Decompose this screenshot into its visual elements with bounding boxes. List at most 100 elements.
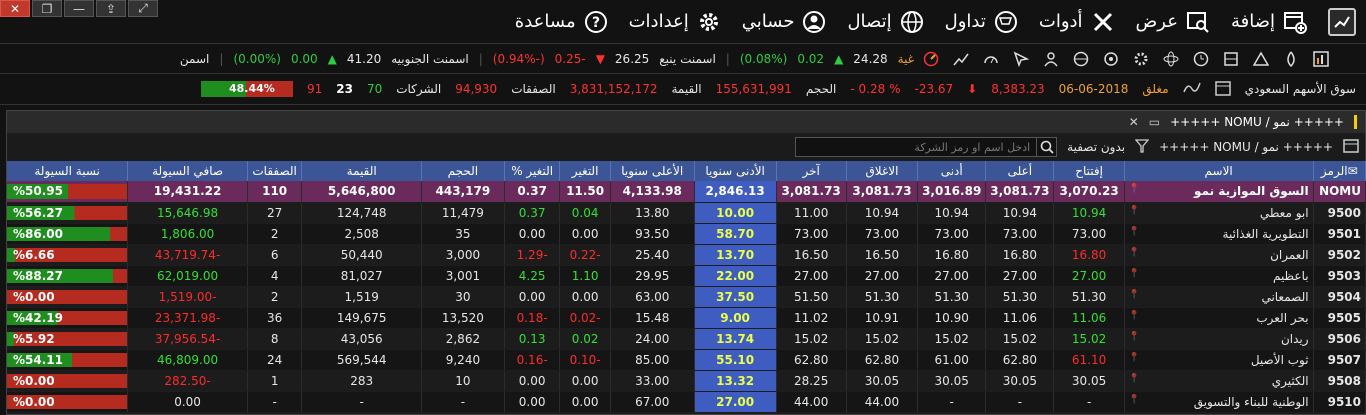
column-header[interactable]: نسبة السيولة bbox=[7, 161, 129, 181]
column-header[interactable]: أعلى bbox=[985, 161, 1055, 181]
table-row[interactable]: 9507 ثوب الأصيل 📍 61.10 62.80 61.00 62.80 62.80… bbox=[7, 349, 1366, 371]
column-header[interactable]: أدنى bbox=[917, 161, 987, 181]
list-icon[interactable] bbox=[1343, 138, 1359, 157]
menu-trade[interactable]: تداول bbox=[945, 9, 1019, 35]
column-header[interactable]: ✉الرمز bbox=[1313, 161, 1366, 181]
menu-help[interactable]: ? مساعدة bbox=[515, 9, 609, 35]
low-cell: 15.02 bbox=[917, 328, 987, 350]
mail-icon[interactable]: ✉ bbox=[1348, 164, 1358, 178]
pointer-tool-icon[interactable] bbox=[1012, 50, 1030, 68]
table-row[interactable]: NOMU السوق الموازية نمو 📍 3,070.23 3,081.73 3… bbox=[7, 181, 1366, 203]
low-cell: - bbox=[917, 391, 987, 413]
globe-tool-icon[interactable] bbox=[1072, 50, 1090, 68]
menu-account[interactable]: حسابي bbox=[742, 9, 828, 35]
filter-icon[interactable] bbox=[1134, 138, 1150, 156]
ticker-item[interactable]: اسمنت ينبع 26.25 ▼ -0.25 (-0.94%) bbox=[493, 52, 716, 66]
menu-connection[interactable]: إتصال bbox=[847, 9, 924, 35]
restore-window-icon[interactable]: ❐ bbox=[32, 0, 62, 17]
drop-tool-icon[interactable] bbox=[1282, 50, 1300, 68]
filter-label[interactable]: بدون تصفية bbox=[1067, 140, 1125, 154]
down-arrow-icon: ▼ bbox=[595, 51, 605, 66]
location-pin-icon[interactable]: 📍 bbox=[1129, 353, 1140, 363]
column-header[interactable]: الاسم bbox=[1124, 161, 1314, 181]
net-liquidity-cell: -23,371.98 bbox=[127, 307, 248, 329]
atom-tool-icon[interactable] bbox=[1162, 50, 1180, 68]
panel-window-icon[interactable]: ▭ bbox=[1149, 115, 1160, 129]
people-tool-icon[interactable] bbox=[1042, 50, 1060, 68]
column-header[interactable]: إفتتاح bbox=[1053, 161, 1125, 181]
close-cell: 62.80 bbox=[846, 349, 919, 371]
alert-tool-icon[interactable] bbox=[922, 50, 940, 68]
menu-view[interactable]: عرض bbox=[1136, 9, 1211, 35]
location-pin-icon[interactable]: 📍 bbox=[1129, 290, 1140, 300]
table-row[interactable]: 9501 التطويرية الغذائية 📍 73.00 73.00 73.00 73… bbox=[7, 223, 1366, 245]
close-window-icon[interactable]: ✕ bbox=[0, 0, 30, 17]
column-header[interactable]: التغير % bbox=[504, 161, 561, 181]
minimize-window-icon[interactable]: — bbox=[64, 0, 94, 17]
liquidity-ratio-text: 48.44% bbox=[228, 82, 275, 95]
column-header[interactable]: الصفقات bbox=[247, 161, 303, 181]
high-cell: 11.06 bbox=[985, 307, 1055, 329]
location-pin-icon[interactable]: 📍 bbox=[1129, 311, 1140, 321]
clock-tool-icon[interactable] bbox=[1192, 50, 1210, 68]
liquidity-ratio-text: %5.92 bbox=[13, 331, 55, 346]
location-pin-icon[interactable]: 📍 bbox=[1129, 227, 1140, 237]
column-header[interactable]: الأدنى سنويا bbox=[694, 161, 777, 181]
panel-titlebar[interactable]: +++++ نمو / NOMU +++++ ▭ ✕ bbox=[7, 111, 1365, 133]
location-pin-icon[interactable]: 📍 bbox=[1129, 374, 1140, 384]
menu-tools[interactable]: أدوات bbox=[1039, 9, 1116, 35]
mini-chart-icon[interactable] bbox=[1182, 80, 1201, 99]
location-pin-icon[interactable]: 📍 bbox=[1129, 206, 1140, 216]
target-tool-icon[interactable] bbox=[1102, 50, 1120, 68]
name-cell: الصمعاني 📍 bbox=[1124, 286, 1314, 308]
table-row[interactable]: 9510 الوطنية للبناء والتسويق 📍 - - -44.00 44.0… bbox=[7, 391, 1366, 413]
ticker-item[interactable]: اسمن bbox=[180, 52, 209, 66]
settings-tool-icon[interactable] bbox=[1132, 50, 1150, 68]
year-low-cell: 9.00 bbox=[694, 307, 777, 329]
ticker-item[interactable]: غية 24.28 ▲ 0.02 (0.08%) bbox=[740, 52, 914, 66]
watchlist-selector[interactable]: +++++ نمو / NOMU +++++ bbox=[1159, 140, 1333, 154]
bar-chart-tool-icon[interactable] bbox=[1312, 50, 1330, 68]
table-row[interactable]: 9503 باعظيم 📍 27.00 27.00 27.00 27.00 27.00 22.0… bbox=[7, 265, 1366, 287]
column-header[interactable]: الأعلى سنويا bbox=[610, 161, 695, 181]
column-header[interactable]: آخر bbox=[776, 161, 847, 181]
location-pin-icon[interactable]: 📍 bbox=[1129, 269, 1140, 279]
table-row[interactable]: 9508 الكثيري 📍 30.05 30.05 30.05 30.05 28.25 13.… bbox=[7, 370, 1366, 392]
table-row[interactable]: 9506 ريدان 📍 15.02 15.02 15.02 15.02 15.02 13.74… bbox=[7, 328, 1366, 350]
open-cell: 3,070.23 bbox=[1053, 181, 1125, 203]
last-cell: 27.00 bbox=[776, 265, 847, 287]
location-pin-icon[interactable]: 📍 bbox=[1129, 184, 1140, 194]
column-header[interactable]: التغير bbox=[559, 161, 611, 181]
triangle-tool-icon[interactable] bbox=[1252, 50, 1270, 68]
column-header[interactable]: الاغلاق bbox=[846, 161, 919, 181]
pin-window-icon[interactable]: ⇪ bbox=[96, 0, 126, 17]
menu-add-label: إضافة bbox=[1230, 11, 1275, 32]
market-name[interactable]: سوق الأسهم السعودي bbox=[1245, 82, 1356, 96]
table-row[interactable]: 9505 بحر العرب 📍 11.06 11.06 10.90 10.91 11.02 9… bbox=[7, 307, 1366, 329]
column-header[interactable]: القيمة bbox=[301, 161, 422, 181]
expand-window-icon[interactable]: ⤢ bbox=[128, 0, 158, 17]
menu-chart[interactable] bbox=[1328, 7, 1356, 36]
table-row[interactable]: 9500 ابو معطي 📍 10.94 10.94 10.94 10.94 11.00 10… bbox=[7, 202, 1366, 224]
ticker-item[interactable]: اسمنت الجنوبيه 41.20 ▲ 0.00 (0.00%) bbox=[233, 52, 468, 66]
stack-tool-icon[interactable] bbox=[1222, 50, 1240, 68]
high-cell: 73.00 bbox=[985, 223, 1055, 245]
table-row[interactable]: 9504 الصمعاني 📍 51.30 51.30 51.30 51.30 51.50 37… bbox=[7, 286, 1366, 308]
column-header[interactable]: صافي السيولة bbox=[127, 161, 248, 181]
column-header[interactable]: الحجم bbox=[421, 161, 505, 181]
value-cell: 149,675 bbox=[301, 307, 422, 329]
menu-settings[interactable]: إعدادات bbox=[629, 9, 722, 35]
name-cell: العمران 📍 bbox=[1124, 244, 1314, 266]
location-pin-icon[interactable]: 📍 bbox=[1129, 332, 1140, 342]
calendar-icon[interactable] bbox=[1214, 80, 1231, 99]
panel-close-icon[interactable]: ✕ bbox=[1129, 115, 1139, 129]
location-pin-icon[interactable]: 📍 bbox=[1129, 248, 1140, 258]
table-row[interactable]: 9502 العمران 📍 16.80 16.80 16.80 16.50 16.50 13.… bbox=[7, 244, 1366, 266]
trend-tool-icon[interactable] bbox=[952, 50, 970, 68]
menu-account-label: حسابي bbox=[741, 11, 795, 32]
speed-tool-icon[interactable] bbox=[982, 50, 1000, 68]
location-pin-icon[interactable]: 📍 bbox=[1129, 395, 1140, 405]
menu-add[interactable]: إضافة bbox=[1231, 9, 1308, 35]
search-input[interactable] bbox=[796, 140, 1037, 154]
search-icon[interactable] bbox=[1036, 138, 1056, 156]
